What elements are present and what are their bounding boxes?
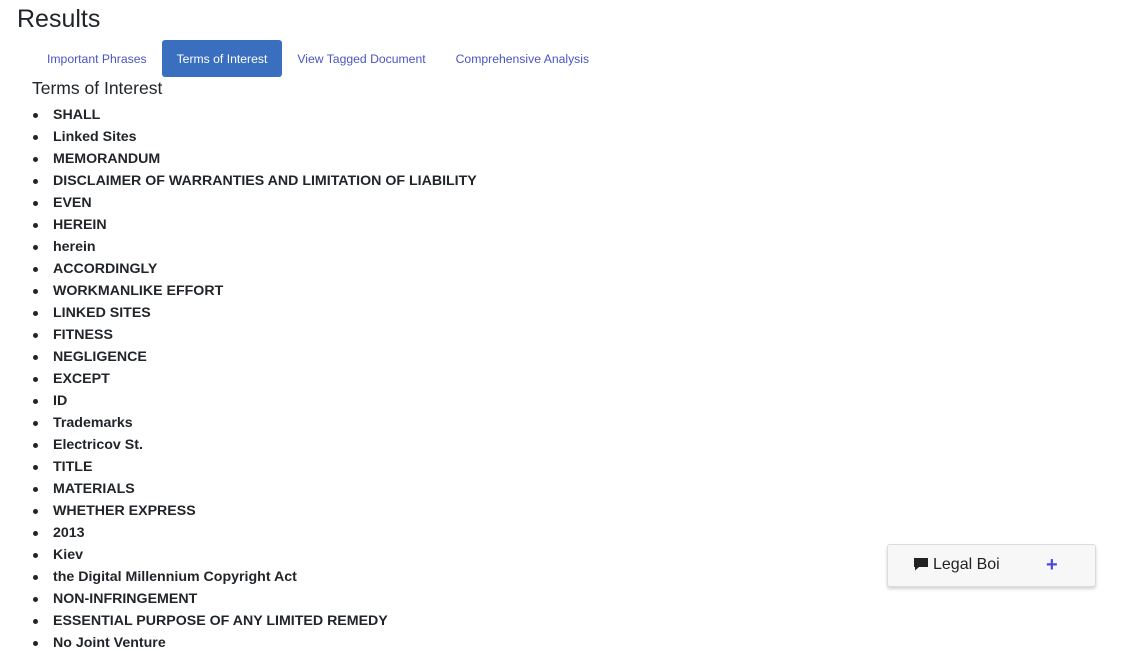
term-text: EVEN xyxy=(53,195,92,211)
bullet-icon xyxy=(33,597,38,602)
list-item: WHETHER EXPRESS xyxy=(33,500,477,522)
bullet-icon xyxy=(33,553,38,558)
bullet-icon xyxy=(33,289,38,294)
term-text: ID xyxy=(53,393,68,409)
bullet-icon xyxy=(33,179,38,184)
bullet-icon xyxy=(33,575,38,580)
term-text: LINKED SITES xyxy=(53,305,151,321)
term-text: ESSENTIAL PURPOSE OF ANY LIMITED REMEDY xyxy=(53,613,388,629)
list-item: the Digital Millennium Copyright Act xyxy=(33,566,477,588)
bullet-icon xyxy=(33,157,38,162)
bullet-icon xyxy=(33,399,38,404)
bullet-icon xyxy=(33,245,38,250)
bullet-icon xyxy=(33,267,38,272)
list-item: LINKED SITES xyxy=(33,302,477,324)
term-text: Trademarks xyxy=(53,415,133,431)
terms-list: SHALL Linked Sites MEMORANDUM DISCLAIMER OF… xyxy=(33,104,477,651)
bullet-icon xyxy=(33,465,38,470)
list-item: Kiev xyxy=(33,544,477,566)
term-text: herein xyxy=(53,239,96,255)
list-item: ESSENTIAL PURPOSE OF ANY LIMITED REMEDY xyxy=(33,610,477,632)
tab-view-tagged-document[interactable]: View Tagged Document xyxy=(282,40,440,77)
list-item: ID xyxy=(33,390,477,412)
results-tabs: Important Phrases Terms of Interest View… xyxy=(32,40,604,77)
list-item: DISCLAIMER OF WARRANTIES AND LIMITATION … xyxy=(33,170,477,192)
chat-expand-button[interactable]: + xyxy=(1046,554,1058,576)
results-page: Results Important Phrases Terms of Inter… xyxy=(0,0,1124,651)
list-item: MEMORANDUM xyxy=(33,148,477,170)
bullet-icon xyxy=(33,509,38,514)
bullet-icon xyxy=(33,377,38,382)
list-item: NON-INFRINGEMENT xyxy=(33,588,477,610)
list-item: Trademarks xyxy=(33,412,477,434)
term-text: the Digital Millennium Copyright Act xyxy=(53,569,297,585)
term-text: NON-INFRINGEMENT xyxy=(53,591,198,607)
bullet-icon xyxy=(33,641,38,646)
term-text: MEMORANDUM xyxy=(53,151,161,167)
bullet-icon xyxy=(33,421,38,426)
bullet-icon xyxy=(33,355,38,360)
tab-comprehensive-analysis[interactable]: Comprehensive Analysis xyxy=(441,40,604,77)
term-text: TITLE xyxy=(53,459,93,475)
term-text: WHETHER EXPRESS xyxy=(53,503,196,519)
term-text: ACCORDINGLY xyxy=(53,261,158,277)
term-text: No Joint Venture xyxy=(53,635,166,651)
term-text: WORKMANLIKE EFFORT xyxy=(53,283,224,299)
bullet-icon xyxy=(33,333,38,338)
term-text: DISCLAIMER OF WARRANTIES AND LIMITATION … xyxy=(53,173,477,189)
tab-terms-of-interest[interactable]: Terms of Interest xyxy=(161,40,283,77)
term-text: FITNESS xyxy=(53,327,113,343)
term-text: Linked Sites xyxy=(53,129,137,145)
bullet-icon xyxy=(33,113,38,118)
list-item: No Joint Venture xyxy=(33,632,477,651)
bullet-icon xyxy=(33,487,38,492)
list-item: HEREIN xyxy=(33,214,477,236)
list-item: Electricov St. xyxy=(33,434,477,456)
list-item: EXCEPT xyxy=(33,368,477,390)
list-item: Linked Sites xyxy=(33,126,477,148)
list-item: MATERIALS xyxy=(33,478,477,500)
tab-important-phrases[interactable]: Important Phrases xyxy=(32,40,162,77)
term-text: SHALL xyxy=(53,107,101,123)
bullet-icon xyxy=(33,311,38,316)
page-title: Results xyxy=(17,5,101,33)
bullet-icon xyxy=(33,135,38,140)
section-heading: Terms of Interest xyxy=(32,78,163,98)
bullet-icon xyxy=(33,201,38,206)
term-text: NEGLIGENCE xyxy=(53,349,147,365)
bullet-icon xyxy=(33,223,38,228)
term-text: MATERIALS xyxy=(53,481,135,497)
list-item: TITLE xyxy=(33,456,477,478)
term-text: EXCEPT xyxy=(53,371,110,387)
term-text: HEREIN xyxy=(53,217,107,233)
list-item: ACCORDINGLY xyxy=(33,258,477,280)
bullet-icon xyxy=(33,619,38,624)
list-item: EVEN xyxy=(33,192,477,214)
term-text: 2013 xyxy=(53,525,85,541)
comment-icon xyxy=(914,558,928,571)
term-text: Electricov St. xyxy=(53,437,143,453)
list-item: NEGLIGENCE xyxy=(33,346,477,368)
chat-title: Legal Boi xyxy=(933,556,1000,573)
bullet-icon xyxy=(33,531,38,536)
chat-widget[interactable]: Legal Boi + xyxy=(887,544,1096,587)
list-item: 2013 xyxy=(33,522,477,544)
list-item: FITNESS xyxy=(33,324,477,346)
list-item: SHALL xyxy=(33,104,477,126)
list-item: herein xyxy=(33,236,477,258)
list-item: WORKMANLIKE EFFORT xyxy=(33,280,477,302)
bullet-icon xyxy=(33,443,38,448)
term-text: Kiev xyxy=(53,547,83,563)
